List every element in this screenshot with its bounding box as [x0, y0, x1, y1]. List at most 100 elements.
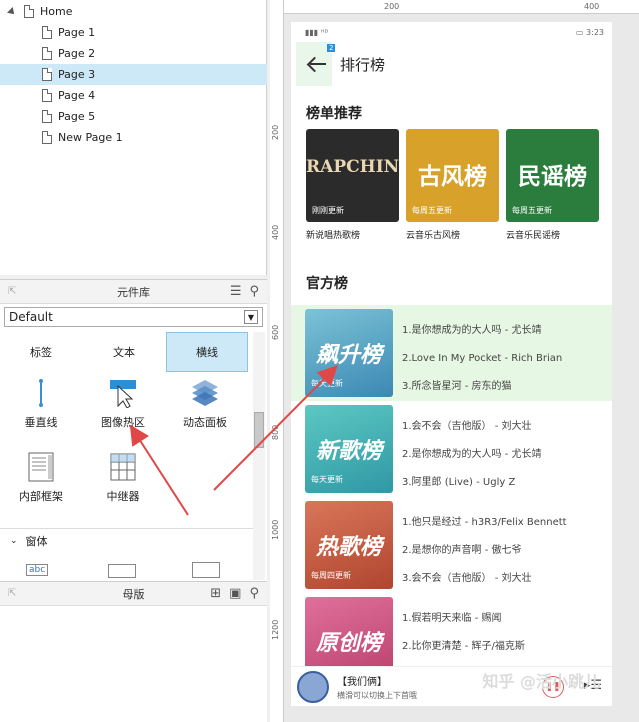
card-cover: RAPCHINA 刚刚更新 — [306, 129, 399, 222]
phone-mockup: ▮▮▮ ᴴᴰ ▭ 3:23 2 排行榜 榜单推荐 RAPCHINA 刚刚更新 新… — [291, 22, 612, 706]
hotspot-icon — [108, 378, 138, 409]
layers-icon — [190, 378, 220, 408]
song-item: 3.所念皆星河 - 房东的猫 — [402, 381, 512, 392]
collapse-icon[interactable] — [7, 6, 17, 17]
page-item[interactable]: Page 5 — [0, 106, 267, 127]
chart-card[interactable]: 民谣榜 每周五更新 云音乐民谣榜 — [506, 129, 599, 241]
song-item: 2.Love In My Pocket - Rich Brian — [402, 353, 563, 364]
library-select-value: Default — [9, 310, 53, 324]
cover-text: 飙升榜 — [315, 342, 382, 368]
cover-subtext: 每周四更新 — [311, 571, 351, 580]
clock: 3:23 — [586, 27, 604, 37]
cover-text: 热歌榜 — [315, 534, 382, 560]
widget-dynamic-panel[interactable]: 动态面板 — [164, 378, 246, 430]
cover-subtext: 每天更新 — [311, 379, 343, 388]
dropdown-widget-icon[interactable] — [192, 562, 220, 578]
signal-icon: ▮▮▮ ᴴᴰ — [305, 27, 329, 37]
ruler-label: 600 — [271, 324, 280, 340]
cover-subtext: 刚刚更新 — [312, 206, 344, 215]
scrollbar-thumb[interactable] — [254, 412, 264, 448]
page-home[interactable]: Home — [0, 1, 267, 22]
page-item[interactable]: Page 1 — [0, 22, 267, 43]
back-arrow-icon[interactable] — [307, 54, 327, 74]
page-icon — [42, 89, 52, 102]
master-header: ⇱ 母版 ⊞ ▣ ⚲ — [0, 582, 267, 606]
textbox-widget-icon[interactable]: abc — [26, 564, 49, 576]
ruler-label: 200 — [271, 124, 280, 140]
library-select[interactable]: Default ▼ — [4, 307, 263, 327]
song-item: 3.会不会（吉他版） - 刘大壮 — [402, 573, 532, 584]
card-name: 云音乐民谣榜 — [506, 231, 561, 241]
rank-row[interactable]: 热歌榜 每周四更新 1.他只是经过 - h3R3/Felix Bennett 2… — [291, 497, 612, 593]
song-item: 2.是你想成为的大人吗 - 尤长靖 — [402, 449, 542, 460]
section-title-recommended: 榜单推荐 — [306, 106, 362, 122]
pin-icon[interactable]: ⇱ — [8, 286, 16, 297]
add-folder-icon[interactable]: ▣ — [229, 586, 241, 601]
widget-hline-text: 横线 — [196, 346, 218, 359]
widget-text[interactable]: 文本 — [82, 332, 166, 372]
ruler-top: 200 400 — [284, 0, 639, 14]
repeater-icon — [108, 452, 138, 482]
page-label: Page 2 — [58, 47, 96, 60]
song-list: 1.会不会（吉他版） - 刘大壮 2.是你想成为的大人吗 - 尤长靖 3.阿里郎… — [402, 413, 542, 497]
cover-text: 新歌榜 — [315, 438, 382, 464]
search-icon[interactable]: ⚲ — [249, 284, 259, 299]
song-item: 2.比你更清楚 - 辉子/福克斯 — [402, 641, 525, 652]
page-item[interactable]: New Page 1 — [0, 127, 267, 148]
card-cover: 民谣榜 每周五更新 — [506, 129, 599, 222]
widget-label[interactable]: 标签 — [0, 332, 82, 372]
song-list: 1.他只是经过 - h3R3/Felix Bennett 2.是想你的声音啊 -… — [402, 509, 567, 593]
rank-row[interactable]: 新歌榜 每天更新 1.会不会（吉他版） - 刘大壮 2.是你想成为的大人吗 - … — [291, 401, 612, 497]
cover-subtext: 每天更新 — [311, 475, 343, 484]
search-icon[interactable]: ⚲ — [249, 586, 259, 601]
menu-icon[interactable]: ☰ — [230, 284, 242, 299]
library-panel: ⇱ 元件库 ☰ ⚲ Default ▼ 标签 文本 横线 垂直线 图像热区 动态… — [0, 279, 267, 581]
page-icon — [42, 131, 52, 144]
cover-text: RAPCHINA — [306, 157, 399, 177]
song-item: 2.是想你的声音啊 - 傲七爷 — [402, 545, 522, 556]
widget-hline[interactable]: 横线 — [166, 332, 248, 372]
page-item-selected[interactable]: Page 3 — [0, 64, 267, 85]
widget-inline-frame[interactable]: 内部框架 — [0, 452, 82, 504]
ruler-label: 1200 — [271, 619, 280, 640]
widget-repeater[interactable]: 中继器 — [82, 452, 164, 504]
library-header: ⇱ 元件库 ☰ ⚲ — [0, 280, 267, 304]
page-label: Page 5 — [58, 110, 96, 123]
rank-row-selected[interactable]: 飙升榜 每天更新 1.是你想成为的大人吗 - 尤长靖 2.Love In My … — [291, 305, 612, 401]
page-item[interactable]: Page 2 — [0, 43, 267, 64]
song-item: 3.阿里郎 (Live) - Ugly Z — [402, 477, 516, 488]
widget-name: 中继器 — [106, 490, 140, 503]
player-subtitle: 横滑可以切换上下首哦 — [337, 690, 417, 700]
song-list: 1.是你想成为的大人吗 - 尤长靖 2.Love In My Pocket - … — [402, 317, 562, 401]
page-icon — [42, 110, 52, 123]
chevron-down-icon: ▼ — [244, 310, 258, 324]
page-label: New Page 1 — [58, 131, 123, 144]
ruler-label: 400 — [271, 224, 280, 240]
textarea-widget-icon[interactable] — [108, 564, 136, 578]
add-page-icon[interactable]: ⊞ — [210, 586, 221, 601]
pin-icon[interactable]: ⇱ — [8, 588, 16, 599]
page-label: Page 3 — [58, 68, 96, 81]
widget-name: 内部框架 — [19, 490, 63, 503]
widget-image-hotspot[interactable]: 图像热区 — [82, 378, 164, 430]
ruler-label: 1000 — [271, 519, 280, 540]
ruler-left: 200 400 600 800 1000 1200 — [270, 0, 284, 722]
page-item[interactable]: Page 4 — [0, 85, 267, 106]
library-scrollbar[interactable] — [253, 332, 265, 580]
song-item: 1.会不会（吉他版） - 刘大壮 — [402, 421, 532, 432]
page-icon — [42, 26, 52, 39]
watermark: 知乎 @活小跳儿 — [482, 672, 600, 691]
page-label: Page 4 — [58, 89, 96, 102]
chart-card[interactable]: RAPCHINA 刚刚更新 新说唱热歌榜 — [306, 129, 399, 241]
forms-section-header[interactable]: ⌄ 窗体 — [0, 528, 253, 552]
widget-vertical-line[interactable]: 垂直线 — [0, 378, 82, 430]
cover-text: 民谣榜 — [518, 163, 587, 190]
master-title: 母版 — [122, 587, 145, 601]
album-avatar — [297, 670, 329, 703]
nav-title: 排行榜 — [340, 55, 386, 74]
frame-icon — [26, 452, 56, 482]
battery-icon: ▭ — [575, 27, 587, 37]
chart-card[interactable]: 古风榜 每周五更新 云音乐古风榜 — [406, 129, 499, 241]
player-title: 【我们俩】 — [337, 676, 387, 688]
page-icon — [42, 68, 52, 81]
